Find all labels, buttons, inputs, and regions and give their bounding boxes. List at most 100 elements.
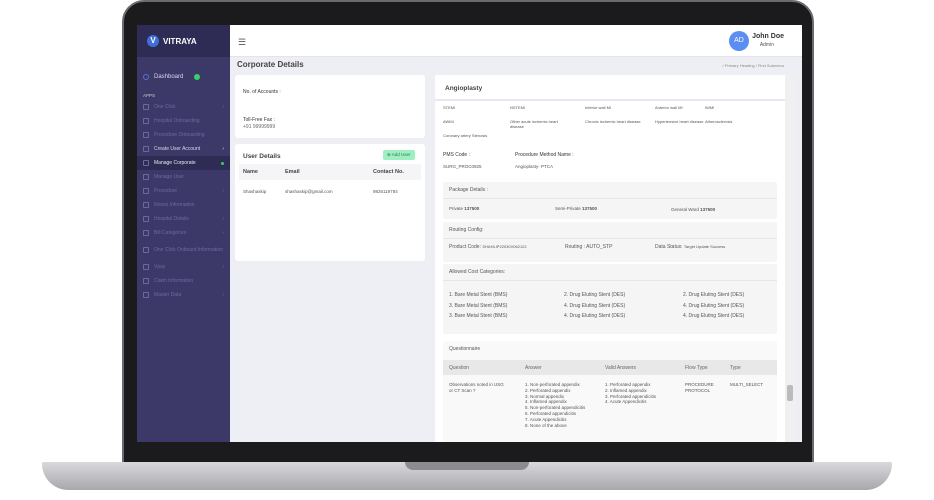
add-user-label: Add User [391, 152, 411, 157]
menu-item-icon [143, 202, 149, 208]
menu-item-icon [143, 174, 149, 180]
menu-item-icon [143, 216, 149, 222]
questionnaire-title: Questionnaire [449, 346, 481, 352]
corporate-info-card: No. of Accounts : Toll-Free Fax : +91 99… [235, 75, 425, 138]
sidebar-item[interactable]: One Click › [137, 100, 230, 114]
user-contact-cell: 9826119784 [373, 189, 398, 194]
sidebar-item[interactable]: Bill Categories › [137, 226, 230, 240]
laptop-notch [405, 462, 529, 470]
active-indicator [221, 161, 224, 165]
procedure-panel: Angioplasty STEMI NSTEMI Inferior wall MI A… [435, 75, 785, 442]
app-screen: V VITRAYA Dashboard APPS One Click › Hospit… [137, 25, 802, 442]
menu-item-icon [143, 160, 149, 166]
sidebar-item-label: Bill Categories [154, 230, 187, 236]
sidebar-item-label: Claim Information [154, 278, 194, 284]
breadcrumb[interactable]: / Primary Heading / First Submenu [723, 63, 784, 68]
cost-category-item: 3. Bare Metal Stent (BMS) [449, 302, 508, 309]
package-details: Package Details : Private 137500 Semi-Pr… [443, 182, 777, 219]
cost-title: Allowed Cost Categories: [443, 264, 777, 281]
sidebar-item-dashboard[interactable]: Dashboard [137, 69, 230, 85]
semi-value: 137500 [582, 206, 598, 211]
questionnaire-col: Answer [525, 365, 542, 371]
logo-icon: V [147, 35, 159, 47]
sidebar-item[interactable]: Manage User [137, 170, 230, 184]
type-cell: MULTI_SELECT [730, 382, 764, 387]
routing-title: Routing Config: [443, 222, 777, 239]
sidebar-item[interactable]: Master Data › [137, 288, 230, 302]
sidebar-item[interactable]: Procedure › [137, 184, 230, 198]
sidebar-section-label: APPS [143, 93, 156, 98]
sidebar-item-label: Manage User [154, 174, 185, 180]
sidebar-item[interactable]: Claim Information [137, 274, 230, 288]
condition-item: STEMI [443, 105, 456, 110]
sidebar-item-label: One Click Onboard Information [154, 247, 223, 253]
sidebar-item[interactable]: Hospital Onboarding [137, 114, 230, 128]
sidebar-item-label: Procedure [154, 188, 178, 194]
general-label: General Ward [671, 207, 699, 212]
scrollbar[interactable] [785, 75, 795, 440]
routing-value: Routing : AUTO_STP [565, 244, 613, 250]
menu-icon[interactable]: ☰ [238, 37, 246, 48]
sidebar-item-label: Manage Corporate [154, 160, 196, 166]
user-email-cell[interactable]: shashaskip@gmail.com [285, 189, 333, 195]
menu-item-icon [143, 188, 149, 194]
scrollbar-thumb[interactable] [787, 385, 793, 401]
add-user-button[interactable]: ⊕ Add User [383, 150, 415, 160]
semi-label: Semi-Private [555, 206, 581, 211]
question-cell: Observations noted in USG or CT Scan ? [449, 382, 504, 393]
sidebar-item[interactable]: Hospital Details › [137, 212, 230, 226]
user-name: John Doe [752, 33, 784, 40]
method-value: Angioplasty- PTCA [515, 164, 554, 169]
col-name: Name [243, 169, 258, 175]
allowed-cost-categories: Allowed Cost Categories: 1. Bare Metal S… [443, 264, 777, 334]
condition-item: AWMI [443, 119, 454, 124]
status-label: Data Status: [655, 244, 683, 250]
menu-item-icon [143, 132, 149, 138]
sidebar-item-label: Create User Account [154, 146, 201, 152]
sidebar-item[interactable]: Procedure Onboarding [137, 128, 230, 142]
chevron-icon: › [222, 216, 224, 222]
user-name-cell: Shashaskip [243, 189, 267, 194]
brand-name: VITRAYA [163, 36, 197, 46]
sidebar-item-label: One Click [154, 104, 176, 110]
user-role: Admin [759, 42, 774, 48]
menu-item-icon [143, 292, 149, 298]
questionnaire: Questionnaire Question Answer Valid Answer… [443, 341, 777, 442]
sidebar-item-label: Hospital Onboarding [154, 118, 200, 124]
sidebar-item[interactable]: Manage Corporate [137, 156, 230, 170]
sidebar-item[interactable]: Vpay › [137, 260, 230, 274]
questionnaire-col: Valid Answers [605, 365, 637, 371]
condition-item: Coronary artery Stenosis [443, 133, 488, 138]
condition-item: Inferior wall MI [585, 105, 612, 110]
flow-type-cell: PROCEDURE PROTOCOL [685, 382, 714, 393]
sidebar-item-label: Dashboard [154, 74, 184, 80]
pms-value: SURG_PROC0925 [443, 164, 482, 169]
cost-category-item: 4. Drug Eluting Stent (DES) [683, 302, 745, 309]
dashboard-icon [143, 74, 149, 80]
cost-category-item: 2. Drug Eluting Stent (DES) [683, 292, 745, 298]
condition-item: Atherosclerosis [705, 119, 733, 124]
chevron-icon: › [222, 104, 224, 110]
user-details-title: User Details [243, 153, 281, 160]
condition-item: NSTEMI [510, 105, 526, 110]
condition-item: IWMI [705, 105, 715, 110]
sidebar-item[interactable]: One Click Onboard Information [137, 240, 230, 260]
package-title: Package Details : [443, 182, 777, 199]
menu-item-icon [143, 104, 149, 110]
questionnaire-col: Type [730, 365, 741, 371]
sidebar-item[interactable]: Illness Information [137, 198, 230, 212]
menu-item-icon [143, 278, 149, 284]
menu-item-icon [143, 264, 149, 270]
chevron-icon: › [222, 188, 224, 194]
menu-item-icon [143, 118, 149, 124]
method-label: Procedure Method Name : [515, 152, 574, 158]
private-label: Private [449, 206, 464, 211]
avatar[interactable]: AD [729, 31, 749, 51]
chevron-icon: › [222, 146, 224, 152]
pms-label: PMS Code : [443, 152, 470, 158]
sidebar-item[interactable]: Create User Account › [137, 142, 230, 156]
chevron-icon: › [222, 292, 224, 298]
cost-category-item: 4. Drug Eluting Stent (DES) [564, 302, 626, 309]
brand-logo[interactable]: V VITRAYA [137, 25, 230, 57]
procedure-title: Angioplasty [445, 85, 483, 92]
